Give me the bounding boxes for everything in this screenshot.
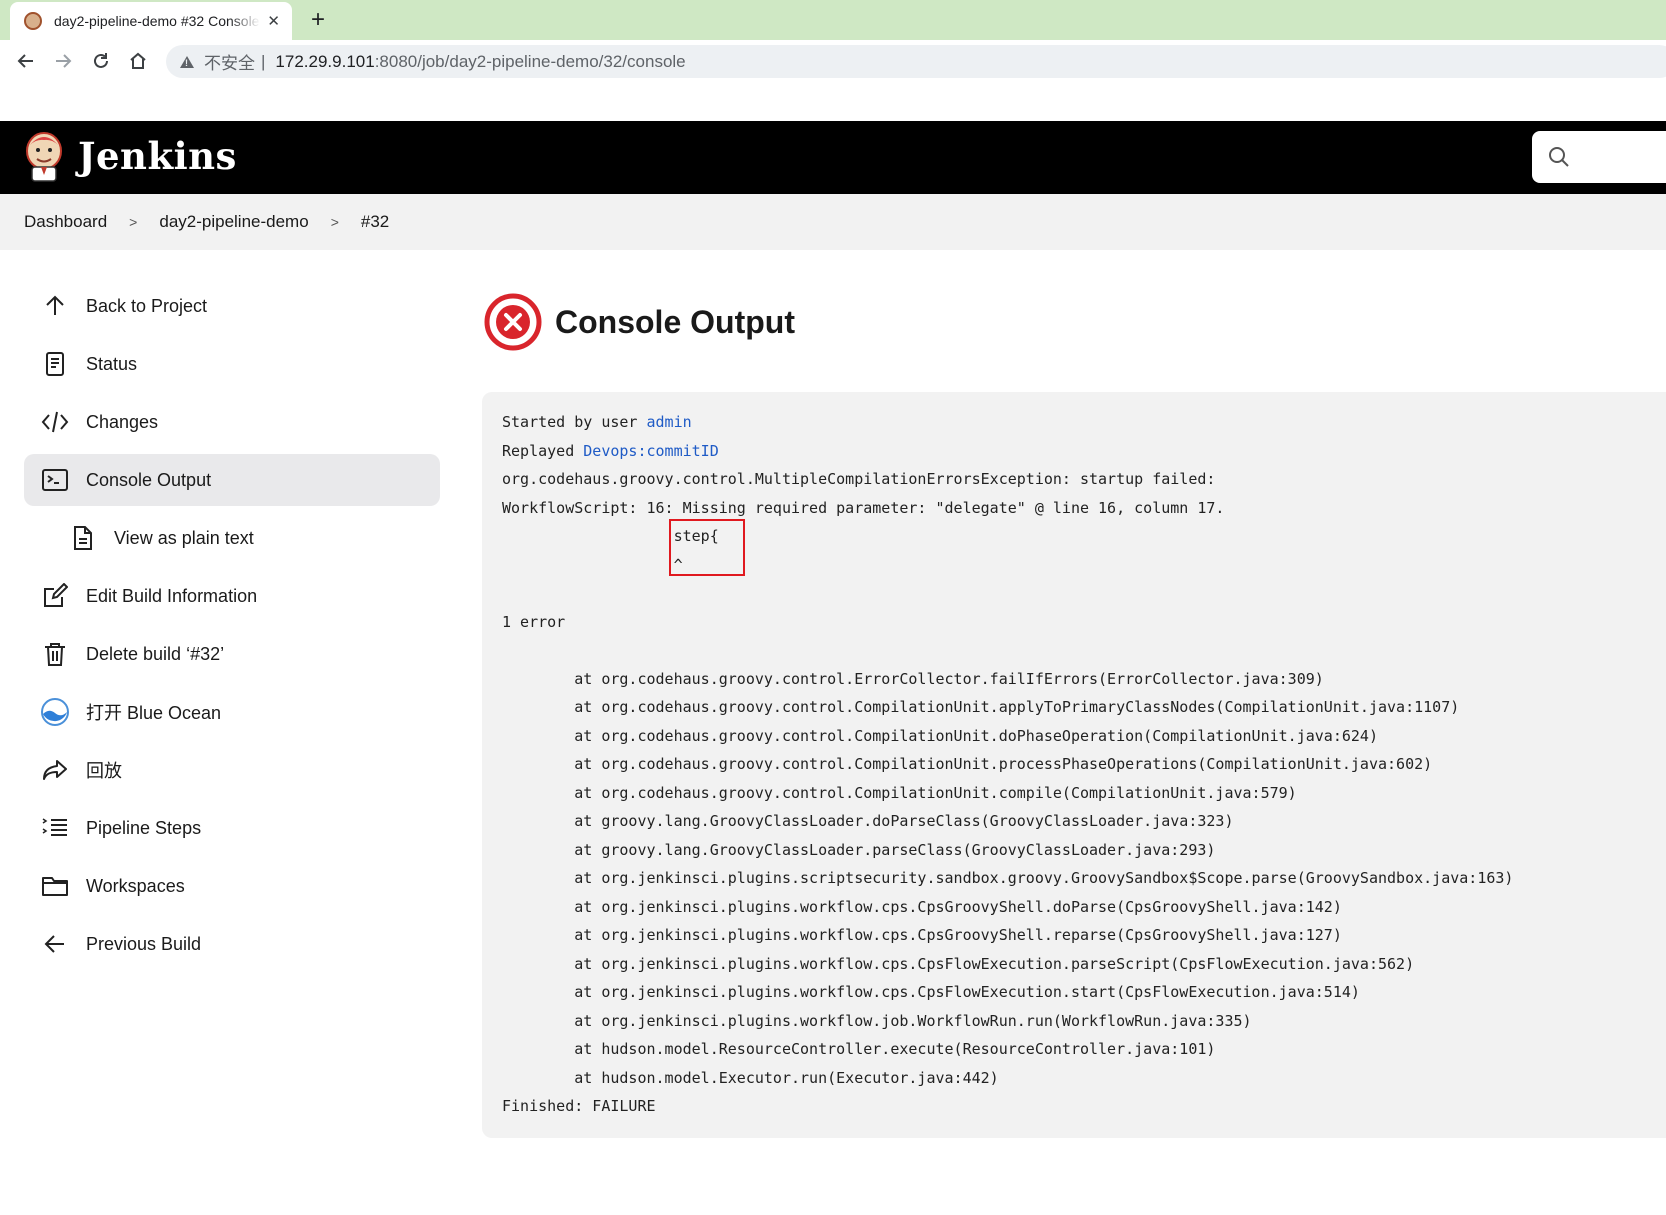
trash-icon: [40, 639, 70, 669]
reload-button[interactable]: [86, 46, 116, 76]
url-host: 172.29.9.101: [275, 51, 375, 71]
sidebar-item-workspaces[interactable]: Workspaces: [24, 860, 440, 912]
url-separator: |: [261, 51, 266, 71]
console-line: Started by user admin: [502, 413, 692, 431]
tab-close-icon[interactable]: ✕: [267, 12, 280, 30]
jenkins-title[interactable]: Jenkins: [78, 134, 237, 178]
page-title-row: Console Output: [483, 292, 795, 352]
url-path: :8080/job/day2-pipeline-demo/32/console: [374, 51, 686, 71]
console-line: Finished: FAILURE: [502, 1097, 656, 1115]
sidebar-item-label: Pipeline Steps: [86, 817, 202, 838]
console-line: org.codehaus.groovy.control.MultipleComp…: [502, 470, 1216, 488]
document-icon: [40, 349, 70, 379]
breadcrumb-project[interactable]: day2-pipeline-demo: [159, 212, 308, 232]
sidebar-item-label: View as plain text: [114, 527, 254, 548]
breadcrumb-build[interactable]: #32: [361, 212, 389, 232]
sidebar-item-replay[interactable]: 回放: [24, 744, 440, 796]
sidebar-item-delete-build[interactable]: Delete build ‘#32’: [24, 628, 440, 680]
replay-source-link[interactable]: Devops:commitID: [583, 442, 718, 460]
warning-icon: [180, 55, 194, 68]
console-line: at org.jenkinsci.plugins.workflow.cps.Cp…: [502, 926, 1342, 944]
arrow-left-icon: [40, 929, 70, 959]
sidebar-item-changes[interactable]: Changes: [24, 396, 440, 448]
list-icon: [40, 813, 70, 843]
console-output: Started by user admin Replayed Devops:co…: [482, 392, 1666, 1138]
reload-icon: [94, 53, 108, 68]
sidebar-item-label: Back to Project: [86, 295, 208, 316]
console-line: at org.jenkinsci.plugins.workflow.cps.Cp…: [502, 983, 1360, 1001]
console-line: at org.codehaus.groovy.control.Compilati…: [502, 726, 1378, 745]
blue-ocean-icon: [40, 697, 70, 727]
console-line: at groovy.lang.GroovyClassLoader.doParse…: [502, 812, 1234, 830]
sidebar-item-label: Workspaces: [86, 875, 185, 896]
search-icon: [1549, 147, 1569, 167]
breadcrumb-chevron-icon: >: [129, 214, 138, 230]
breadcrumb-dashboard[interactable]: Dashboard: [24, 212, 107, 232]
console-line: WorkflowScript: 16: Missing required par…: [502, 498, 1225, 517]
jenkins-logo-icon[interactable]: [24, 131, 64, 183]
sidebar-item-previous-build[interactable]: Previous Build: [24, 918, 440, 970]
sidebar: Back to Project Status Changes Console O…: [24, 280, 440, 976]
sidebar-item-label: 回放: [86, 761, 122, 781]
console-line: 1 error: [502, 612, 566, 631]
sidebar-item-label: Previous Build: [86, 933, 202, 954]
edit-icon: [40, 581, 70, 611]
sidebar-item-status[interactable]: Status: [24, 338, 440, 390]
console-line: at hudson.model.Executor.run(Executor.ja…: [502, 1068, 999, 1087]
back-button[interactable]: [11, 46, 41, 76]
jenkins-favicon-icon: [24, 12, 42, 30]
home-icon: [130, 52, 146, 69]
address-bar[interactable]: 不安全 | 172.29.9.101 :8080/job/day2-pipeli…: [166, 45, 1666, 78]
search-box[interactable]: [1532, 131, 1666, 183]
sidebar-item-console-output[interactable]: Console Output: [24, 454, 440, 506]
home-button[interactable]: [123, 46, 153, 76]
insecure-label: 不安全: [204, 54, 255, 73]
terminal-icon: [40, 465, 70, 495]
sidebar-item-blue-ocean[interactable]: 打开 Blue Ocean: [24, 686, 440, 738]
arrow-left-icon: [17, 54, 33, 68]
sidebar-item-pipeline-steps[interactable]: Pipeline Steps: [24, 802, 440, 854]
console-line: at groovy.lang.GroovyClassLoader.parseCl…: [502, 840, 1216, 859]
console-line: at org.jenkinsci.plugins.scriptsecurity.…: [502, 869, 1514, 887]
console-line: at org.codehaus.groovy.control.ErrorColl…: [502, 669, 1324, 688]
file-icon: [68, 523, 98, 553]
console-line: at org.codehaus.groovy.control.Compilati…: [502, 783, 1297, 802]
sidebar-item-label: Changes: [86, 411, 159, 432]
sidebar-item-label: 打开 Blue Ocean: [86, 703, 222, 723]
jenkins-header: Jenkins: [0, 121, 1666, 194]
forward-button[interactable]: [48, 46, 78, 76]
breadcrumb-chevron-icon: >: [330, 214, 339, 230]
console-line: at org.jenkinsci.plugins.workflow.job.Wo…: [502, 1011, 1252, 1030]
replay-icon: [40, 755, 70, 785]
console-line: Replayed Devops:commitID: [502, 441, 719, 460]
console-line: at hudson.model.ResourceController.execu…: [502, 1040, 1216, 1058]
sidebar-item-back-to-project[interactable]: Back to Project: [24, 280, 440, 332]
sidebar-item-label: Edit Build Information: [86, 585, 258, 606]
console-line: at org.jenkinsci.plugins.workflow.cps.Cp…: [502, 954, 1415, 973]
console-line: at org.jenkinsci.plugins.workflow.cps.Cp…: [502, 897, 1342, 916]
failure-icon: [484, 293, 542, 351]
arrow-right-icon: [56, 54, 72, 68]
error-highlight-box: [669, 519, 745, 576]
sidebar-item-label: Console Output: [86, 469, 212, 490]
console-line: at org.codehaus.groovy.control.Compilati…: [502, 755, 1433, 773]
browser-tab[interactable]: day2-pipeline-demo #32 Console ✕: [10, 2, 292, 40]
browser-toolbar: 不安全 | 172.29.9.101 :8080/job/day2-pipeli…: [0, 40, 1666, 82]
arrow-up-icon: [40, 291, 70, 321]
sidebar-item-edit-build-information[interactable]: Edit Build Information: [24, 570, 440, 622]
console-line: at org.codehaus.groovy.control.Compilati…: [502, 698, 1460, 716]
folder-icon: [40, 871, 70, 901]
page-title: Console Output: [555, 303, 795, 340]
sidebar-item-view-plain-text[interactable]: View as plain text: [24, 512, 440, 564]
browser-tab-strip: day2-pipeline-demo #32 Console ✕ +: [0, 0, 1666, 40]
breadcrumb: Dashboard > day2-pipeline-demo > #32: [0, 194, 1666, 250]
sidebar-item-label: Delete build ‘#32’: [86, 643, 225, 664]
user-link[interactable]: admin: [647, 413, 692, 431]
tab-title: day2-pipeline-demo #32 Console: [54, 13, 260, 29]
sidebar-item-label: Status: [86, 353, 138, 374]
code-icon: [40, 407, 70, 437]
new-tab-button[interactable]: +: [305, 6, 331, 34]
